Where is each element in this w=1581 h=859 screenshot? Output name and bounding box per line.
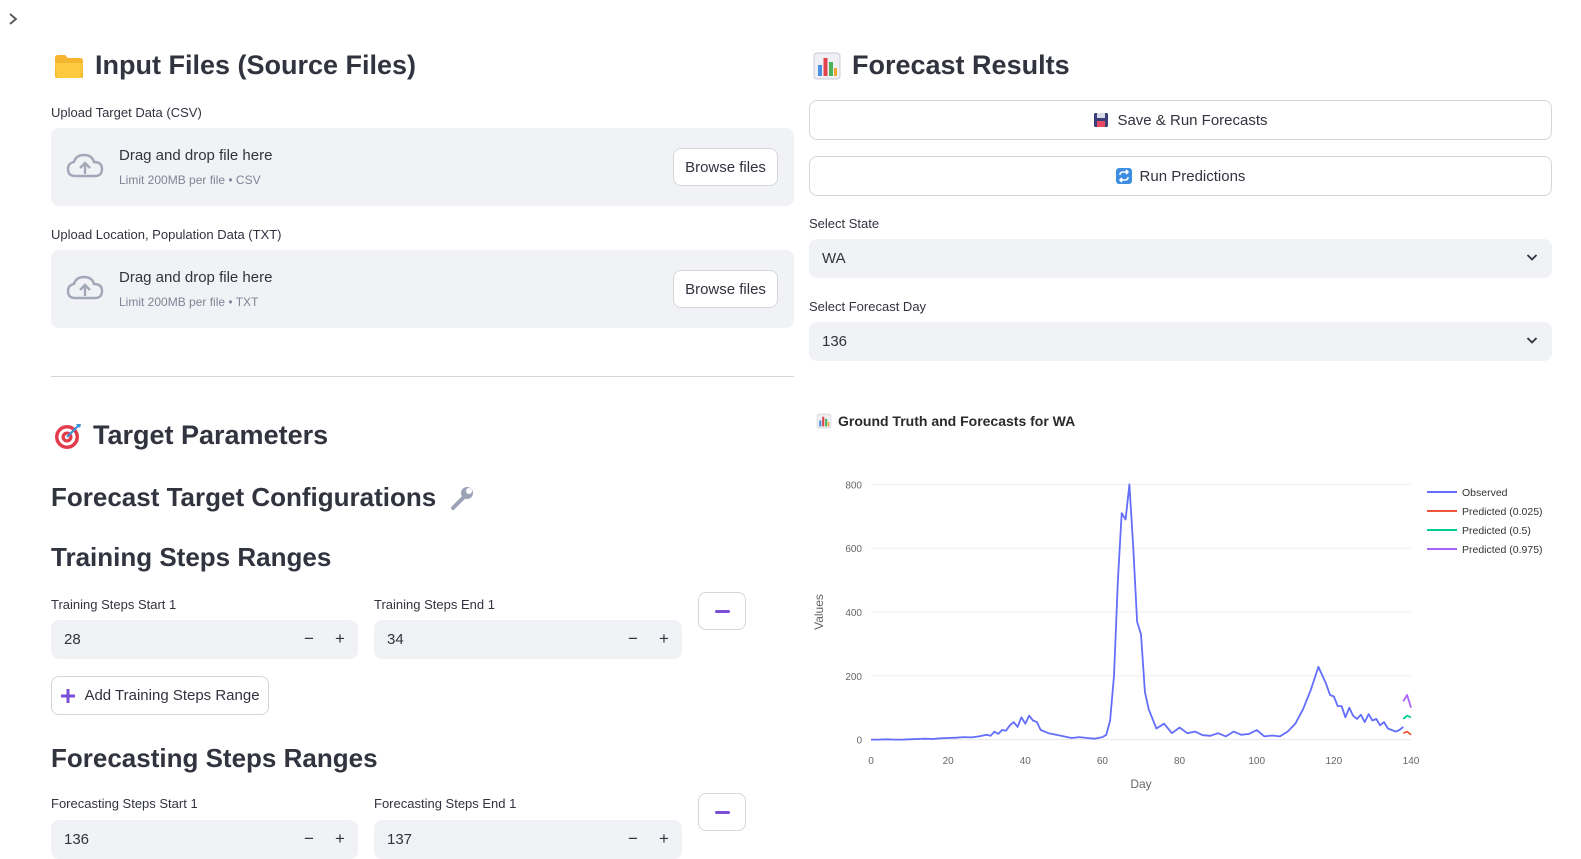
y-tick-label: 800 — [845, 480, 862, 491]
series-line-predicted-0-5 — [1402, 714, 1412, 720]
decrement-button[interactable]: − — [620, 626, 646, 652]
legend-label: Predicted (0.975) — [1462, 544, 1543, 556]
browse-files-button[interactable]: Browse files — [673, 270, 778, 308]
state-select[interactable]: WA — [809, 239, 1552, 278]
state-select-value: WA — [822, 250, 846, 267]
y-axis-title: Values — [812, 594, 826, 630]
repeat-icon — [1115, 168, 1132, 184]
minus-icon — [715, 811, 730, 814]
decrement-button[interactable]: − — [296, 826, 322, 852]
training-end-label: Training Steps End 1 — [374, 597, 495, 612]
increment-button[interactable]: + — [651, 626, 677, 652]
target-icon — [55, 423, 81, 449]
increment-button[interactable]: + — [327, 626, 353, 652]
dropzone-hint: Limit 200MB per file • TXT — [119, 295, 259, 309]
y-tick-label: 200 — [845, 672, 862, 683]
training-end-value: 34 — [387, 631, 404, 648]
run-predictions-label: Run Predictions — [1139, 167, 1246, 185]
location-file-dropzone[interactable]: Drag and drop file here Limit 200MB per … — [51, 250, 794, 328]
increment-button[interactable]: + — [327, 826, 353, 852]
forecast-day-value: 136 — [822, 333, 848, 350]
forecasting-steps-heading: Forecasting Steps Ranges — [51, 743, 378, 774]
section-divider — [51, 376, 794, 377]
x-tick-label: 100 — [1248, 756, 1265, 767]
sidebar-toggle[interactable] — [6, 9, 22, 29]
x-tick-label: 60 — [1097, 756, 1109, 767]
bar-chart-icon — [816, 413, 832, 429]
dropzone-title: Drag and drop file here — [119, 269, 273, 286]
forecasting-start-label: Forecasting Steps Start 1 — [51, 796, 198, 811]
x-tick-label: 0 — [868, 756, 874, 767]
training-start-input[interactable]: 28 − + — [51, 620, 358, 659]
increment-button[interactable]: + — [651, 826, 677, 852]
x-axis-title: Day — [1130, 777, 1151, 791]
save-run-forecasts-label: Save & Run Forecasts — [1117, 111, 1268, 129]
dropzone-hint: Limit 200MB per file • CSV — [119, 173, 261, 187]
training-start-label: Training Steps Start 1 — [51, 597, 177, 612]
forecasting-end-value: 137 — [387, 831, 413, 848]
bar-chart-icon — [813, 52, 841, 79]
x-tick-label: 80 — [1174, 756, 1186, 767]
y-tick-label: 400 — [845, 608, 862, 619]
select-state-label: Select State — [809, 216, 880, 231]
add-training-range-button[interactable]: Add Training Steps Range — [51, 676, 269, 715]
upload-target-label: Upload Target Data (CSV) — [51, 105, 202, 120]
x-tick-label: 20 — [943, 756, 955, 767]
chevron-down-icon — [1526, 337, 1538, 344]
forecasting-start-input[interactable]: 136 − + — [51, 820, 358, 859]
training-end-input[interactable]: 34 − + — [374, 620, 682, 659]
input-files-title: Input Files (Source Files) — [95, 50, 417, 80]
forecasting-end-input[interactable]: 137 − + — [374, 820, 682, 859]
training-steps-title: Training Steps Ranges — [51, 542, 332, 572]
upload-location-label: Upload Location, Population Data (TXT) — [51, 227, 282, 242]
target-parameters-title: Target Parameters — [93, 420, 329, 450]
forecast-results-heading: Forecast Results — [812, 50, 1070, 81]
add-training-range-label: Add Training Steps Range — [84, 687, 260, 704]
floppy-disk-icon — [1094, 113, 1109, 127]
x-tick-label: 140 — [1403, 756, 1420, 767]
chevron-down-icon — [1526, 254, 1538, 261]
folder-icon — [55, 54, 83, 78]
series-line-predicted-0-025 — [1402, 730, 1412, 736]
x-tick-label: 40 — [1020, 756, 1032, 767]
forecast-config-heading: Forecast Target Configurations — [51, 482, 476, 513]
forecasting-start-value: 136 — [64, 831, 90, 848]
forecast-results-title: Forecast Results — [852, 50, 1070, 80]
legend-label: Predicted (0.025) — [1462, 506, 1543, 518]
training-steps-heading: Training Steps Ranges — [51, 542, 331, 573]
minus-icon — [715, 610, 730, 613]
save-run-forecasts-button[interactable]: Save & Run Forecasts — [809, 100, 1552, 140]
training-start-value: 28 — [64, 631, 81, 648]
dropzone-title: Drag and drop file here — [119, 147, 273, 164]
wrench-icon — [451, 486, 474, 510]
forecasting-steps-title: Forecasting Steps Ranges — [51, 743, 378, 773]
target-file-dropzone[interactable]: Drag and drop file here Limit 200MB per … — [51, 128, 794, 206]
forecast-day-select[interactable]: 136 — [809, 322, 1552, 361]
chevron-right-icon — [9, 13, 18, 25]
run-predictions-button[interactable]: Run Predictions — [809, 156, 1552, 196]
cloud-upload-icon — [66, 275, 104, 300]
remove-training-range-button[interactable] — [698, 592, 746, 630]
cloud-upload-icon — [66, 153, 104, 178]
forecasting-end-label: Forecasting Steps End 1 — [374, 796, 517, 811]
chart-heading-text: Ground Truth and Forecasts for WA — [838, 413, 1076, 429]
forecast-chart: 0 200 400 600 800 0 20 40 60 80 100 120 140 Day Values… — [812, 480, 1543, 791]
y-tick-label: 600 — [845, 544, 862, 555]
forecast-config-title: Forecast Target Configurations — [51, 482, 437, 512]
input-files-heading: Input Files (Source Files) — [53, 50, 416, 81]
chart-heading: Ground Truth and Forecasts for WA — [816, 413, 1075, 429]
decrement-button[interactable]: − — [296, 626, 322, 652]
legend-label: Observed — [1462, 487, 1508, 499]
remove-forecasting-range-button[interactable] — [698, 793, 746, 831]
plus-icon — [61, 688, 76, 703]
target-parameters-heading: Target Parameters — [53, 420, 328, 451]
legend-label: Predicted (0.5) — [1462, 525, 1531, 537]
series-line-predicted-0-975 — [1402, 694, 1412, 708]
y-tick-label: 0 — [856, 736, 862, 747]
decrement-button[interactable]: − — [620, 826, 646, 852]
select-day-label: Select Forecast Day — [809, 299, 927, 314]
browse-files-button[interactable]: Browse files — [673, 148, 778, 186]
x-tick-label: 120 — [1326, 756, 1343, 767]
